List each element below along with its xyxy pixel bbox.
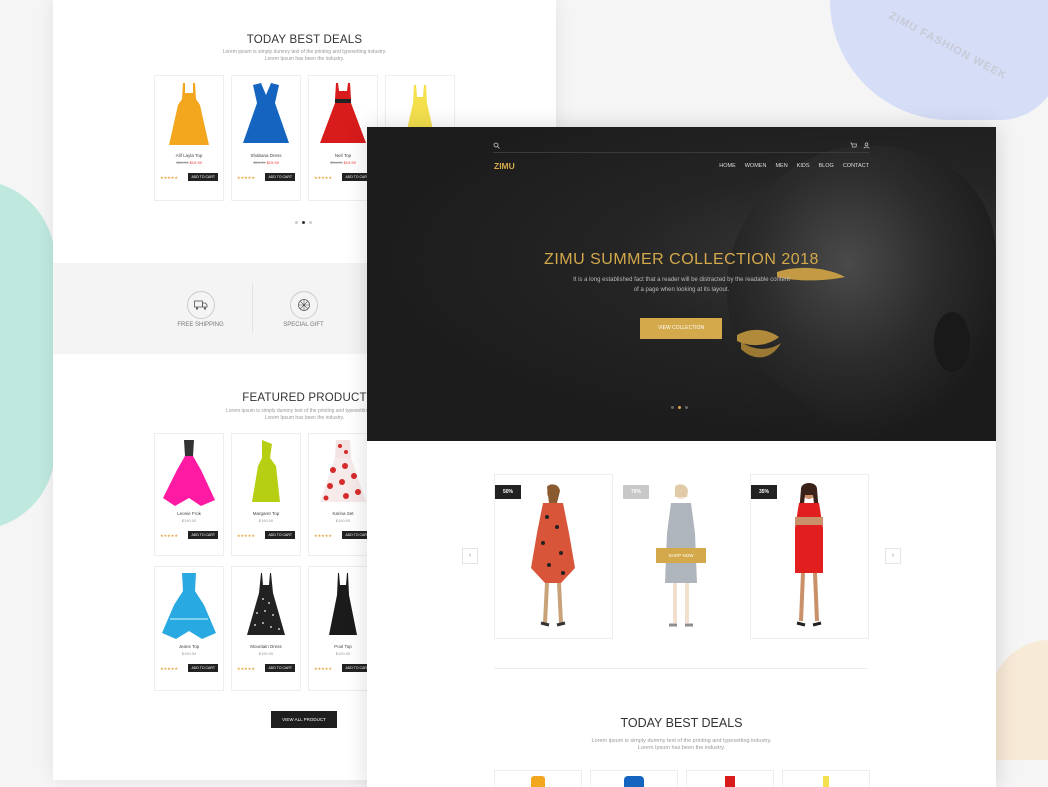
deal-card-peek-4[interactable] <box>782 770 870 787</box>
rating-stars: ★★★★★ <box>314 532 332 538</box>
featured-card-4[interactable]: Jeans Top $190.00 ★★★★★ ADD TO CART <box>154 566 224 691</box>
product-price: $190.00 <box>181 651 197 656</box>
product-price: $190.00 <box>258 518 274 523</box>
deal-card-peek-3[interactable] <box>686 770 774 787</box>
dress-image <box>232 567 300 642</box>
discount-badge: 50% <box>495 485 522 499</box>
special-gift-label: SPECIAL GIFT <box>283 322 324 328</box>
rating-stars: ★★★★★ <box>237 174 255 180</box>
truck-icon <box>187 291 215 319</box>
dress-image <box>232 76 300 151</box>
hero-text-1: It is a long established fact that a rea… <box>573 277 790 283</box>
add-to-cart-button[interactable]: ADD TO CART <box>188 173 218 181</box>
section-divider <box>494 668 868 669</box>
deal-card-1[interactable]: Alif Layla Top $34.99 $19.99 ★★★★★ ADD TO… <box>154 75 224 201</box>
front-deals-subtitle-1: Lorem ipsum is simply dummy text of the … <box>591 738 772 744</box>
product-price: $190.00 <box>258 651 274 656</box>
dress-image <box>155 76 223 151</box>
gift-icon <box>290 291 318 319</box>
divider <box>252 283 253 333</box>
main-nav: HOME WOMEN MEN KIDS BLOG CONTACT <box>710 163 869 169</box>
header-divider <box>493 152 869 153</box>
product-name: Mountain Dress <box>250 644 282 649</box>
rating-stars: ★★★★★ <box>314 174 332 180</box>
dress-image <box>155 567 223 642</box>
product-name: Jeans Top <box>178 644 200 649</box>
decor-blob-purple <box>830 0 1048 120</box>
view-all-product-button[interactable]: VIEW ALL PRODUCT <box>271 711 337 728</box>
add-to-cart-button[interactable]: ADD TO CART <box>265 173 295 181</box>
model-image <box>795 483 823 627</box>
add-to-cart-button[interactable]: ADD TO CART <box>265 664 295 672</box>
front-deals-title: TODAY BEST DEALS <box>620 716 743 730</box>
brand-logo[interactable]: ZIMU <box>494 161 515 171</box>
add-to-cart-button[interactable]: ADD TO CART <box>188 664 218 672</box>
nav-home[interactable]: HOME <box>719 163 736 169</box>
deals-subtitle-1: Lorem ipsum is simply dummy text of the … <box>222 49 387 55</box>
deal-card-peek-1[interactable] <box>494 770 582 787</box>
product-card-1[interactable]: 50% <box>494 474 613 639</box>
add-to-cart-button[interactable]: ADD TO CART <box>188 531 218 539</box>
deal-card-peek-2[interactable] <box>590 770 678 787</box>
rating-stars: ★★★★★ <box>160 174 178 180</box>
carousel-prev-button[interactable]: ‹ <box>462 548 478 564</box>
nav-women[interactable]: WOMEN <box>745 163 767 169</box>
rating-stars: ★★★★★ <box>237 665 255 671</box>
discount-badge: 35% <box>751 485 778 499</box>
shop-now-button[interactable]: SHOP NOW <box>656 548 706 563</box>
product-card-3[interactable]: 35% <box>750 474 869 639</box>
nav-kids[interactable]: KIDS <box>797 163 810 169</box>
featured-card-2[interactable]: Margaret Top $190.00 ★★★★★ ADD TO CART <box>231 433 301 556</box>
dress-image <box>155 434 223 509</box>
deals-title: TODAY BEST DEALS <box>246 34 363 46</box>
decor-blob-peach <box>990 640 1048 760</box>
add-to-cart-button[interactable]: ADD TO CART <box>265 531 295 539</box>
front-page-mockup: ZIMU HOME WOMEN MEN KIDS BLOG CONTACT ZI… <box>367 127 996 787</box>
discount-badge: 70% <box>623 485 650 499</box>
hero-carousel-dots[interactable] <box>671 406 688 409</box>
decor-blob-teal <box>0 180 55 530</box>
free-shipping-label: FREE SHIPPING <box>177 322 224 328</box>
product-price: $34.99 $19.99 <box>176 160 202 165</box>
product-price: $190.00 <box>181 518 197 523</box>
nav-contact[interactable]: CONTACT <box>843 163 869 169</box>
carousel-next-button[interactable]: › <box>885 548 901 564</box>
nav-men[interactable]: MEN <box>775 163 787 169</box>
rating-stars: ★★★★★ <box>160 532 178 538</box>
rating-stars: ★★★★★ <box>314 665 332 671</box>
deal-card-2[interactable]: Shabana Dress $34.99 $19.99 ★★★★★ ADD TO … <box>231 75 301 201</box>
hero-title: ZIMU SUMMER COLLECTION 2018 <box>544 251 819 268</box>
featured-card-1[interactable]: Leonie Frok $190.00 ★★★★★ ADD TO CART <box>154 433 224 556</box>
product-name: Shabana Dress <box>250 153 282 158</box>
product-price: $34.99 $19.99 <box>253 160 279 165</box>
product-name: Margaret Top <box>252 511 280 516</box>
rating-stars: ★★★★★ <box>160 665 178 671</box>
dress-image <box>232 434 300 509</box>
product-name: Leonie Frok <box>177 511 201 516</box>
hero-banner: ZIMU HOME WOMEN MEN KIDS BLOG CONTACT ZI… <box>367 127 996 441</box>
product-name: Alif Layla Top <box>175 153 203 158</box>
deals-carousel-dots[interactable] <box>295 221 312 224</box>
model-image <box>531 484 575 627</box>
deals-subtitle-2: Lorem Ipsum has been the industry. <box>264 56 345 62</box>
view-collection-button[interactable]: VIEW COLLECTION <box>640 318 722 339</box>
product-card-2[interactable]: 70% SHOP NOW <box>622 474 741 639</box>
rating-stars: ★★★★★ <box>237 532 255 538</box>
front-deals-subtitle-2: Lorem Ipsum has been the industry. <box>637 745 726 751</box>
nav-blog[interactable]: BLOG <box>819 163 834 169</box>
hero-text-2: of a page when looking at its layout. <box>633 287 730 293</box>
featured-card-5[interactable]: Mountain Dress $190.00 ★★★★★ ADD TO CART <box>231 566 301 691</box>
